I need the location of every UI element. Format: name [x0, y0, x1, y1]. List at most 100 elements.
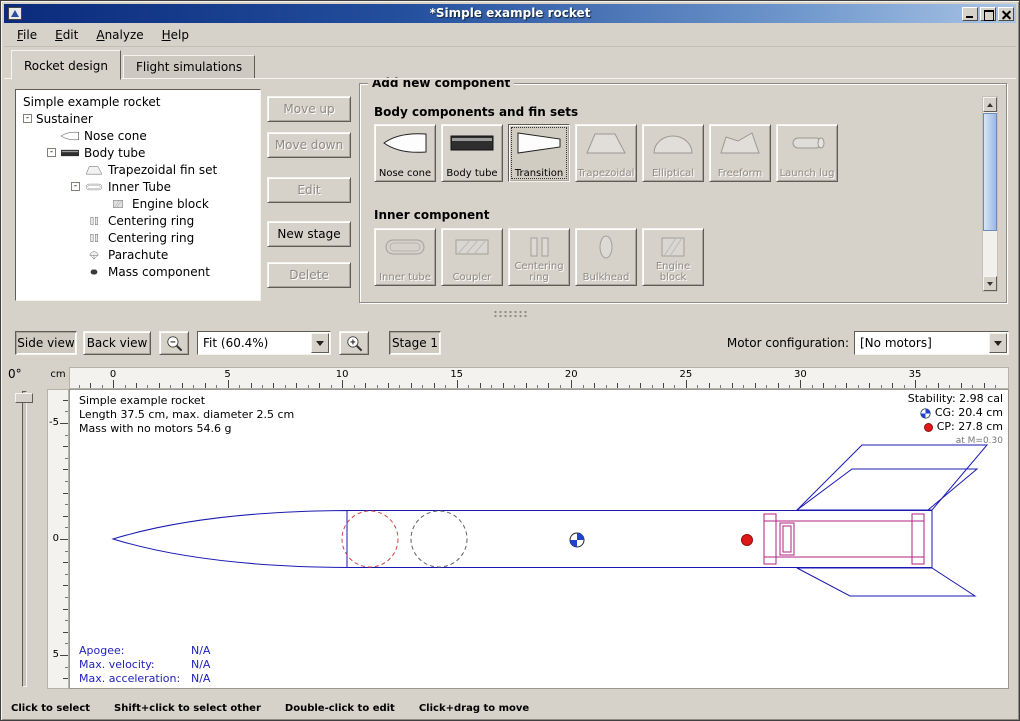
ruler-tick: [65, 643, 68, 644]
tree-item-parachute[interactable]: Parachute: [19, 246, 260, 263]
tree-item-nose-cone[interactable]: Nose cone: [19, 127, 260, 144]
add-centering-ring-button: Centering ring: [508, 228, 570, 286]
splitter-handle[interactable]: [4, 306, 1016, 322]
fin-outline[interactable]: [797, 445, 987, 510]
ruler-tick: [63, 562, 68, 563]
stage-1-toggle[interactable]: Stage 1: [389, 331, 441, 355]
minimize-button[interactable]: [962, 7, 978, 21]
motor-configuration-value: [No motors]: [860, 336, 932, 350]
vertical-ruler: -505: [47, 389, 69, 689]
side-view-button[interactable]: Side view: [15, 331, 77, 355]
ruler-tick: [60, 655, 68, 656]
motor-configuration-select[interactable]: [No motors]: [854, 331, 1009, 355]
ruler-tick: [399, 385, 400, 388]
tree-item-simple-example-rocket[interactable]: Simple example rocket: [19, 93, 260, 110]
ruler-tick: [984, 383, 985, 388]
ruler-tick: [205, 383, 206, 388]
zoom-out-icon: [165, 334, 184, 353]
new-stage-button[interactable]: New stage: [267, 221, 351, 247]
parachute-icon: [84, 248, 104, 262]
tree-item-inner-tube[interactable]: -Inner Tube: [19, 178, 260, 195]
mass-component-outline[interactable]: [411, 511, 467, 567]
menu-edit[interactable]: Edit: [46, 24, 87, 46]
component-tree[interactable]: Simple example rocket-SustainerNose cone…: [15, 89, 261, 301]
status-hint: Click to select: [11, 703, 90, 714]
ruler-tick: [262, 385, 263, 388]
zoom-in-button[interactable]: [339, 331, 369, 355]
ruler-tick: [342, 380, 343, 388]
body-components-row: Nose coneBody tubeTransitionTrapezoidalE…: [374, 124, 838, 182]
ruler-tick: [388, 383, 389, 388]
window-icon: [8, 7, 22, 20]
mach-condition: at M=0.30: [956, 434, 1003, 448]
add-transition-button[interactable]: Transition: [508, 124, 570, 182]
centering-ring-icon: [84, 231, 104, 245]
add-trapezoidal-button: Trapezoidal: [575, 124, 637, 182]
menu-help[interactable]: Help: [153, 24, 198, 46]
app-window: *Simple example rocket FileEditAnalyzeHe…: [0, 0, 1020, 721]
menu-analyze[interactable]: Analyze: [87, 24, 152, 46]
scroll-up-icon[interactable]: [983, 97, 997, 112]
body-tube-outline[interactable]: [347, 511, 932, 568]
ruler-tick: [65, 435, 68, 436]
flight-stat-label: Apogee:: [79, 644, 191, 658]
centering-ring-icon: [84, 214, 104, 228]
engine-block-icon: [649, 233, 697, 261]
title-bar[interactable]: *Simple example rocket: [4, 4, 1016, 23]
tree-item-engine-block[interactable]: Engine block: [19, 195, 260, 212]
tree-item-sustainer[interactable]: -Sustainer: [19, 110, 260, 127]
chevron-down-icon[interactable]: [989, 333, 1007, 353]
ruler-tick: [766, 385, 767, 388]
engine-block-outline[interactable]: [783, 526, 791, 552]
collapse-icon[interactable]: -: [23, 114, 32, 123]
tree-item-centering-ring[interactable]: Centering ring: [19, 212, 260, 229]
ruler-tick: [63, 516, 68, 517]
ruler-tick: [65, 667, 68, 668]
parachute-outline[interactable]: [342, 511, 398, 567]
zoom-out-button[interactable]: [159, 331, 189, 355]
ruler-tick: [308, 385, 309, 388]
ruler-tick: [147, 385, 148, 388]
tab-rocket-design[interactable]: Rocket design: [11, 50, 121, 80]
fin-outline[interactable]: [797, 568, 975, 596]
ruler-tick: [170, 385, 171, 388]
ruler-tick: [182, 383, 183, 388]
tree-item-label: Trapezoidal fin set: [108, 163, 217, 177]
horizontal-ruler: 05101520253035: [69, 367, 1009, 389]
tab-flight-simulations[interactable]: Flight simulations: [123, 55, 255, 79]
status-hint: Shift+click to select other: [114, 703, 261, 714]
add-inner-tube-button: Inner tube: [374, 228, 436, 286]
ruler-tick: [65, 504, 68, 505]
component-scrollbar[interactable]: [982, 96, 998, 292]
tree-item-centering-ring[interactable]: Centering ring: [19, 229, 260, 246]
chevron-down-icon[interactable]: [311, 333, 329, 353]
tree-item-trapezoidal-fin-set[interactable]: Trapezoidal fin set: [19, 161, 260, 178]
rotation-slider-thumb[interactable]: [15, 393, 33, 403]
tree-item-mass-component[interactable]: Mass component: [19, 263, 260, 280]
add-coupler-button: Coupler: [441, 228, 503, 286]
ruler-tick: [789, 385, 790, 388]
add-body-tube-button[interactable]: Body tube: [441, 124, 503, 182]
status-hint: Double-click to edit: [285, 703, 395, 714]
zoom-level-select[interactable]: Fit (60.4%): [197, 331, 331, 355]
tree-item-body-tube[interactable]: -Body tube: [19, 144, 260, 161]
maximize-button[interactable]: [980, 7, 996, 21]
add-nose-cone-button[interactable]: Nose cone: [374, 124, 436, 182]
ruler-tick: [136, 383, 137, 388]
back-view-button[interactable]: Back view: [83, 331, 151, 355]
collapse-icon[interactable]: -: [71, 182, 80, 191]
ruler-tick: [583, 385, 584, 388]
ruler-label: 20: [565, 369, 578, 380]
nose-cone-outline[interactable]: [113, 511, 347, 568]
rocket-mass: Mass with no motors 54.6 g: [79, 422, 294, 436]
menu-file[interactable]: File: [8, 24, 46, 46]
body-tube-icon: [60, 146, 80, 160]
scrollbar-thumb[interactable]: [983, 113, 997, 231]
close-button[interactable]: [998, 7, 1014, 21]
scroll-down-icon[interactable]: [983, 276, 997, 291]
engine-block-outline[interactable]: [780, 523, 794, 555]
collapse-icon[interactable]: -: [47, 148, 56, 157]
tree-item-label: Sustainer: [36, 112, 93, 126]
ruler-tick: [457, 380, 458, 388]
rotation-slider[interactable]: [22, 391, 27, 687]
